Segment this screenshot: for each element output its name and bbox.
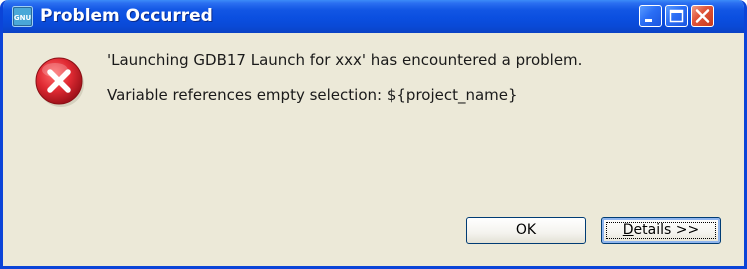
title-bar[interactable]: GNU Problem Occurred (3, 0, 744, 33)
minimize-button[interactable] (639, 5, 662, 27)
details-mnemonic: D (622, 222, 634, 238)
error-message-detail: Variable references empty selection: ${p… (107, 86, 518, 104)
maximize-button[interactable] (665, 5, 688, 27)
window-title: Problem Occurred (40, 6, 213, 26)
problem-dialog-window: GNU Problem Occurred 'Launching GDB17 La… (0, 0, 747, 269)
details-button[interactable]: Details >> (601, 217, 721, 244)
app-logo-icon: GNU (12, 6, 33, 27)
error-message-title: 'Launching GDB17 Launch for xxx' has enc… (107, 51, 583, 69)
ok-button[interactable]: OK (466, 217, 586, 244)
minimize-icon (645, 19, 652, 22)
ok-button-label: OK (515, 222, 537, 238)
close-icon (695, 9, 710, 23)
app-logo-text: GNU (14, 14, 32, 22)
close-button[interactable] (691, 5, 714, 27)
error-icon (35, 57, 84, 107)
details-label-rest: etails >> (633, 222, 700, 238)
dialog-body: 'Launching GDB17 Launch for xxx' has enc… (3, 33, 744, 266)
details-button-label: Details >> (623, 222, 699, 238)
maximize-icon (669, 9, 684, 23)
